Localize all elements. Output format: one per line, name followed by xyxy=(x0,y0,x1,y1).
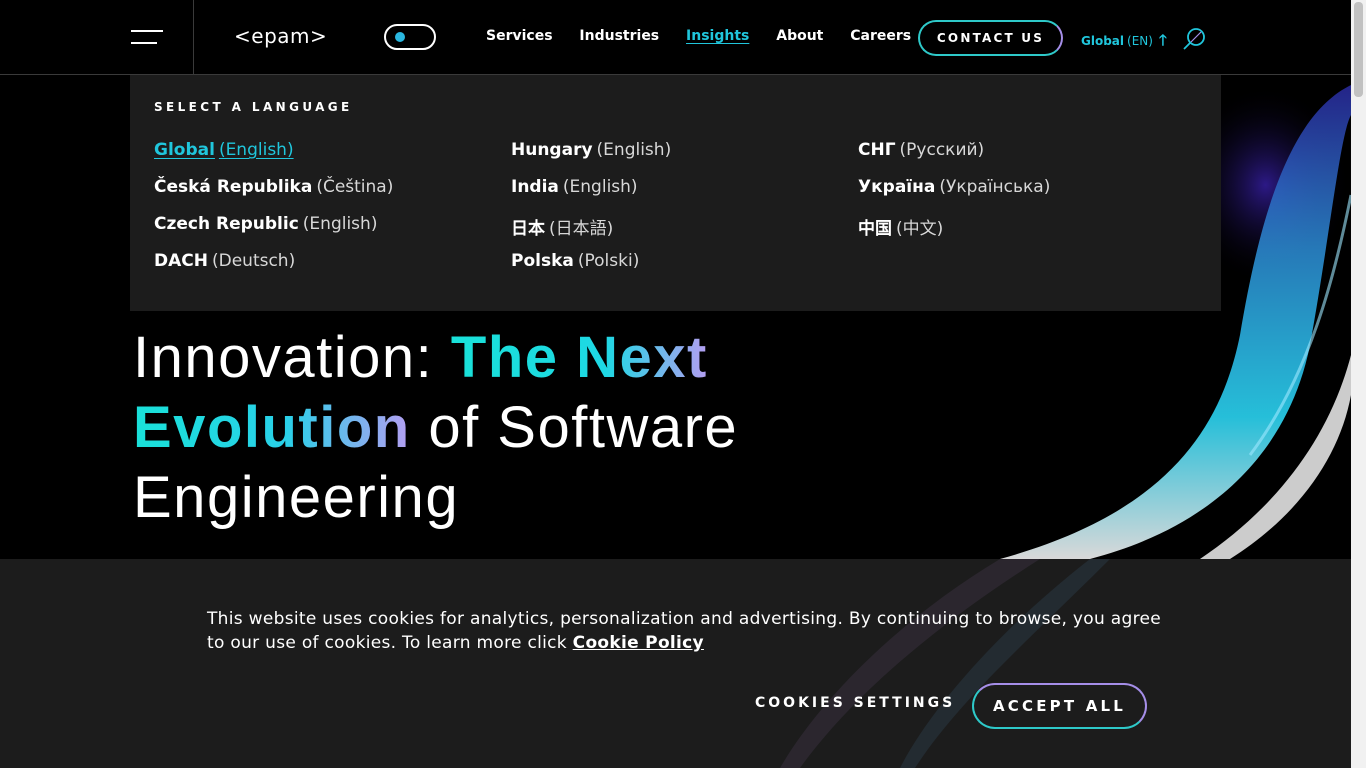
contact-us-button[interactable]: CONTACT US xyxy=(918,20,1063,56)
cookie-banner: This website uses cookies for analytics,… xyxy=(0,559,1351,768)
search-icon[interactable] xyxy=(1182,27,1208,51)
language-panel-heading: SELECT A LANGUAGE xyxy=(154,100,353,114)
header-divider xyxy=(193,0,194,74)
hero-title: Innovation: The Next Evolution of Softwar… xyxy=(133,323,893,533)
nav-careers[interactable]: Careers xyxy=(850,28,911,44)
language-column: Global (English) Česká Republika (Čeština)… xyxy=(154,140,393,288)
language-column: СНГ (Русский) Україна (Українська) 中国 (中文) xyxy=(858,140,1050,251)
nav-about[interactable]: About xyxy=(776,28,823,44)
language-dropdown-panel: SELECT A LANGUAGE Global (English) Česká … xyxy=(130,75,1221,311)
language-switcher[interactable]: Global (EN) 🡑 xyxy=(1081,30,1167,55)
language-column: Hungary (English) India (English) 日本 (日本語) … xyxy=(511,140,671,288)
language-option-czech-republic[interactable]: Czech Republic (English) xyxy=(154,214,393,251)
cookie-message: This website uses cookies for analytics,… xyxy=(207,607,1167,655)
toggle-knob xyxy=(395,32,405,42)
language-option-global[interactable]: Global (English) xyxy=(154,140,393,177)
language-option-cis[interactable]: СНГ (Русский) xyxy=(858,140,1050,177)
language-option-india[interactable]: India (English) xyxy=(511,177,671,214)
title-part1: Innovation: xyxy=(133,325,451,390)
main-nav: Services Industries Insights About Caree… xyxy=(486,28,933,44)
language-option-japan[interactable]: 日本 (日本語) xyxy=(511,214,671,251)
lang-region: Global xyxy=(1081,34,1125,48)
language-option-ukraine[interactable]: Україна (Українська) xyxy=(858,177,1050,214)
epam-logo[interactable]: <epam> xyxy=(234,24,327,48)
language-option-polska[interactable]: Polska (Polski) xyxy=(511,251,671,288)
theme-toggle[interactable] xyxy=(384,24,436,50)
arrow-up-icon: 🡑 xyxy=(1158,31,1167,49)
language-option-hungary[interactable]: Hungary (English) xyxy=(511,140,671,177)
site-header: <epam> Services Industries Insights Abou… xyxy=(0,0,1351,75)
page-scrollbar[interactable] xyxy=(1351,0,1366,768)
language-option-dach[interactable]: DACH (Deutsch) xyxy=(154,251,393,288)
language-option-china[interactable]: 中国 (中文) xyxy=(858,214,1050,251)
scrollbar-thumb[interactable] xyxy=(1354,2,1363,97)
cookie-policy-link[interactable]: Cookie Policy xyxy=(573,633,704,653)
hamburger-menu-icon[interactable] xyxy=(131,30,163,46)
nav-industries[interactable]: Industries xyxy=(579,28,659,44)
nav-insights[interactable]: Insights xyxy=(686,28,749,44)
title-part2: of Software xyxy=(410,395,739,460)
nav-services[interactable]: Services xyxy=(486,28,553,44)
title-highlight2: Evolution xyxy=(133,395,411,460)
accept-all-button[interactable]: ACCEPT ALL xyxy=(972,683,1147,729)
language-option-ceska-republika[interactable]: Česká Republika (Čeština) xyxy=(154,177,393,214)
title-highlight1: The Next xyxy=(450,325,708,390)
cookie-banner-background-art xyxy=(780,559,1110,768)
title-part3: Engineering xyxy=(133,465,460,530)
lang-code: (EN) xyxy=(1127,34,1153,48)
cookies-settings-button[interactable]: COOKIES SETTINGS xyxy=(755,695,955,711)
